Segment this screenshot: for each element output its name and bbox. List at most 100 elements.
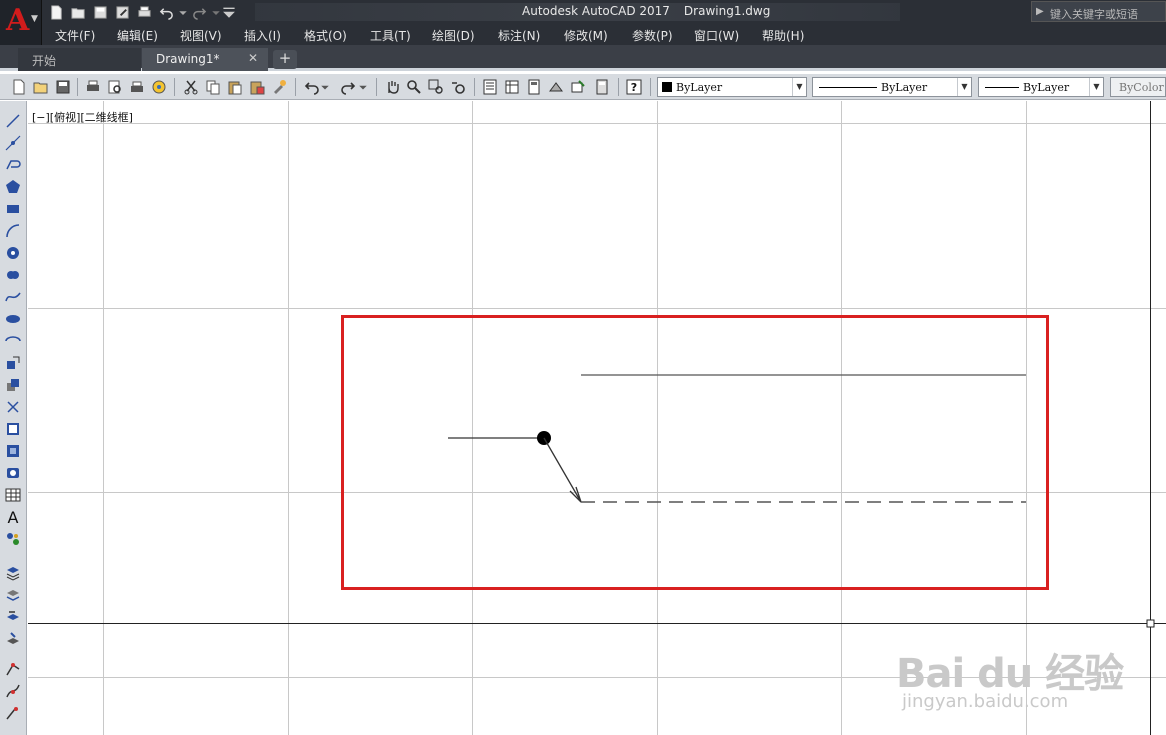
menu-modify[interactable]: 修改(M) bbox=[564, 27, 608, 44]
plotstyle-control[interactable]: ByColor bbox=[1110, 77, 1166, 97]
save-as-icon[interactable] bbox=[112, 2, 133, 22]
color-control[interactable]: ByLayer ▼ bbox=[657, 77, 807, 97]
new-tab-button[interactable]: + bbox=[273, 50, 297, 69]
menu-format[interactable]: 格式(O) bbox=[304, 27, 347, 44]
table-icon[interactable] bbox=[3, 485, 23, 505]
match-properties-icon[interactable] bbox=[269, 77, 289, 97]
layer-properties-icon[interactable] bbox=[3, 563, 23, 583]
menu-parametric[interactable]: 参数(P) bbox=[632, 27, 673, 44]
tool-palettes-icon[interactable] bbox=[524, 77, 544, 97]
plot-preview-icon[interactable] bbox=[105, 77, 125, 97]
redo-dropdown-icon[interactable] bbox=[211, 2, 221, 22]
menu-dimension[interactable]: 标注(N) bbox=[498, 27, 540, 44]
calculator-icon[interactable] bbox=[592, 77, 612, 97]
multiline-text-icon[interactable]: A bbox=[3, 507, 23, 527]
edit-spline-icon[interactable] bbox=[3, 681, 23, 701]
3d-print-icon[interactable] bbox=[149, 77, 169, 97]
menu-tools[interactable]: 工具(T) bbox=[370, 27, 411, 44]
construction-line-icon[interactable] bbox=[3, 133, 23, 153]
cut-icon[interactable] bbox=[181, 77, 201, 97]
publish-icon[interactable] bbox=[127, 77, 147, 97]
tab-start[interactable]: 开始 bbox=[18, 48, 141, 71]
search-expand-icon[interactable]: ▶ bbox=[1036, 6, 1044, 17]
undo-icon[interactable] bbox=[302, 77, 322, 97]
layer-state-icon[interactable] bbox=[3, 585, 23, 605]
arc-icon[interactable] bbox=[3, 221, 23, 241]
add-selected-icon[interactable] bbox=[3, 529, 23, 549]
grid bbox=[28, 101, 1166, 735]
redo-list-icon[interactable] bbox=[358, 77, 368, 97]
linetype-control[interactable]: ByLayer ▼ bbox=[812, 77, 972, 97]
circle-icon[interactable] bbox=[3, 243, 23, 263]
close-tab-icon[interactable]: ✕ bbox=[248, 51, 258, 65]
menu-help[interactable]: 帮助(H) bbox=[762, 27, 804, 44]
save-icon[interactable] bbox=[90, 2, 111, 22]
application-menu-button[interactable]: A ▼ bbox=[0, 0, 42, 45]
menu-draw[interactable]: 绘图(D) bbox=[432, 27, 475, 44]
gradient-icon[interactable] bbox=[3, 441, 23, 461]
tab-start-label: 开始 bbox=[32, 54, 57, 68]
hatch-icon[interactable] bbox=[3, 419, 23, 439]
cursor-pickbox bbox=[1146, 619, 1155, 628]
paste-block-icon[interactable] bbox=[247, 77, 267, 97]
zoom-window-icon[interactable] bbox=[426, 77, 446, 97]
ellipse-icon[interactable] bbox=[3, 309, 23, 329]
new-icon[interactable] bbox=[9, 77, 29, 97]
search-box[interactable]: ▶ 键入关键字或短语 bbox=[1031, 1, 1166, 22]
svg-text:A: A bbox=[8, 509, 19, 525]
menu-window[interactable]: 窗口(W) bbox=[694, 27, 739, 44]
undo-icon[interactable] bbox=[156, 2, 177, 22]
line-icon[interactable] bbox=[3, 111, 23, 131]
open-icon[interactable] bbox=[31, 77, 51, 97]
ellipse-arc-icon[interactable] bbox=[3, 331, 23, 351]
standard-toolbar: ? ByLayer ▼ ByLayer ▼ ByLayer ▼ ByColor bbox=[0, 74, 1166, 100]
search-input[interactable]: 键入关键字或短语 bbox=[1050, 6, 1138, 22]
rectangle-icon[interactable] bbox=[3, 199, 23, 219]
autocad-logo: A bbox=[6, 3, 30, 38]
watermark-url: jingyan.baidu.com bbox=[902, 691, 1069, 712]
plot-icon[interactable] bbox=[83, 77, 103, 97]
menu-insert[interactable]: 插入(I) bbox=[244, 27, 281, 44]
polygon-icon[interactable] bbox=[3, 177, 23, 197]
copy-icon[interactable] bbox=[203, 77, 223, 97]
drawing-canvas[interactable]: [−][俯视][二维线框] Bai du 经验 jingyan.baidu.co… bbox=[28, 101, 1166, 735]
markup-icon[interactable] bbox=[568, 77, 588, 97]
customize-qat-icon[interactable] bbox=[222, 2, 236, 22]
save-icon[interactable] bbox=[53, 77, 73, 97]
leader-arrowhead bbox=[569, 486, 582, 503]
open-icon[interactable] bbox=[68, 2, 89, 22]
sheet-set-icon[interactable] bbox=[546, 77, 566, 97]
insert-block-icon[interactable] bbox=[3, 353, 23, 373]
pan-icon[interactable] bbox=[382, 77, 402, 97]
layer-walk-icon[interactable] bbox=[3, 629, 23, 649]
redo-icon[interactable] bbox=[338, 77, 358, 97]
undo-dropdown-icon[interactable] bbox=[178, 2, 188, 22]
menu-edit[interactable]: 编辑(E) bbox=[117, 27, 158, 44]
plot-icon[interactable] bbox=[134, 2, 155, 22]
help-icon[interactable]: ? bbox=[624, 77, 644, 97]
design-center-icon[interactable] bbox=[502, 77, 522, 97]
lineweight-control[interactable]: ByLayer ▼ bbox=[978, 77, 1104, 97]
edit-polyline-icon[interactable] bbox=[3, 659, 23, 679]
layer-previous-icon[interactable] bbox=[3, 607, 23, 627]
spline-icon[interactable] bbox=[3, 287, 23, 307]
new-icon[interactable] bbox=[46, 2, 67, 22]
make-block-icon[interactable] bbox=[3, 375, 23, 395]
revision-cloud-icon[interactable] bbox=[3, 265, 23, 285]
properties-icon[interactable] bbox=[480, 77, 500, 97]
zoom-previous-icon[interactable] bbox=[448, 77, 468, 97]
redo-icon[interactable] bbox=[189, 2, 210, 22]
edit-hatch-icon[interactable] bbox=[3, 703, 23, 723]
paste-icon[interactable] bbox=[225, 77, 245, 97]
point-icon[interactable] bbox=[3, 397, 23, 417]
zoom-realtime-icon[interactable] bbox=[404, 77, 424, 97]
undo-list-icon[interactable] bbox=[320, 77, 330, 97]
app-title: Autodesk AutoCAD 2017 bbox=[522, 4, 670, 18]
viewport-controls[interactable]: [−][俯视][二维线框] bbox=[32, 109, 133, 125]
svg-text:?: ? bbox=[631, 81, 637, 94]
menu-view[interactable]: 视图(V) bbox=[180, 27, 222, 44]
polyline-icon[interactable] bbox=[3, 155, 23, 175]
tab-drawing1[interactable]: Drawing1* ✕ bbox=[142, 48, 268, 71]
menu-file[interactable]: 文件(F) bbox=[55, 27, 95, 44]
region-icon[interactable] bbox=[3, 463, 23, 483]
